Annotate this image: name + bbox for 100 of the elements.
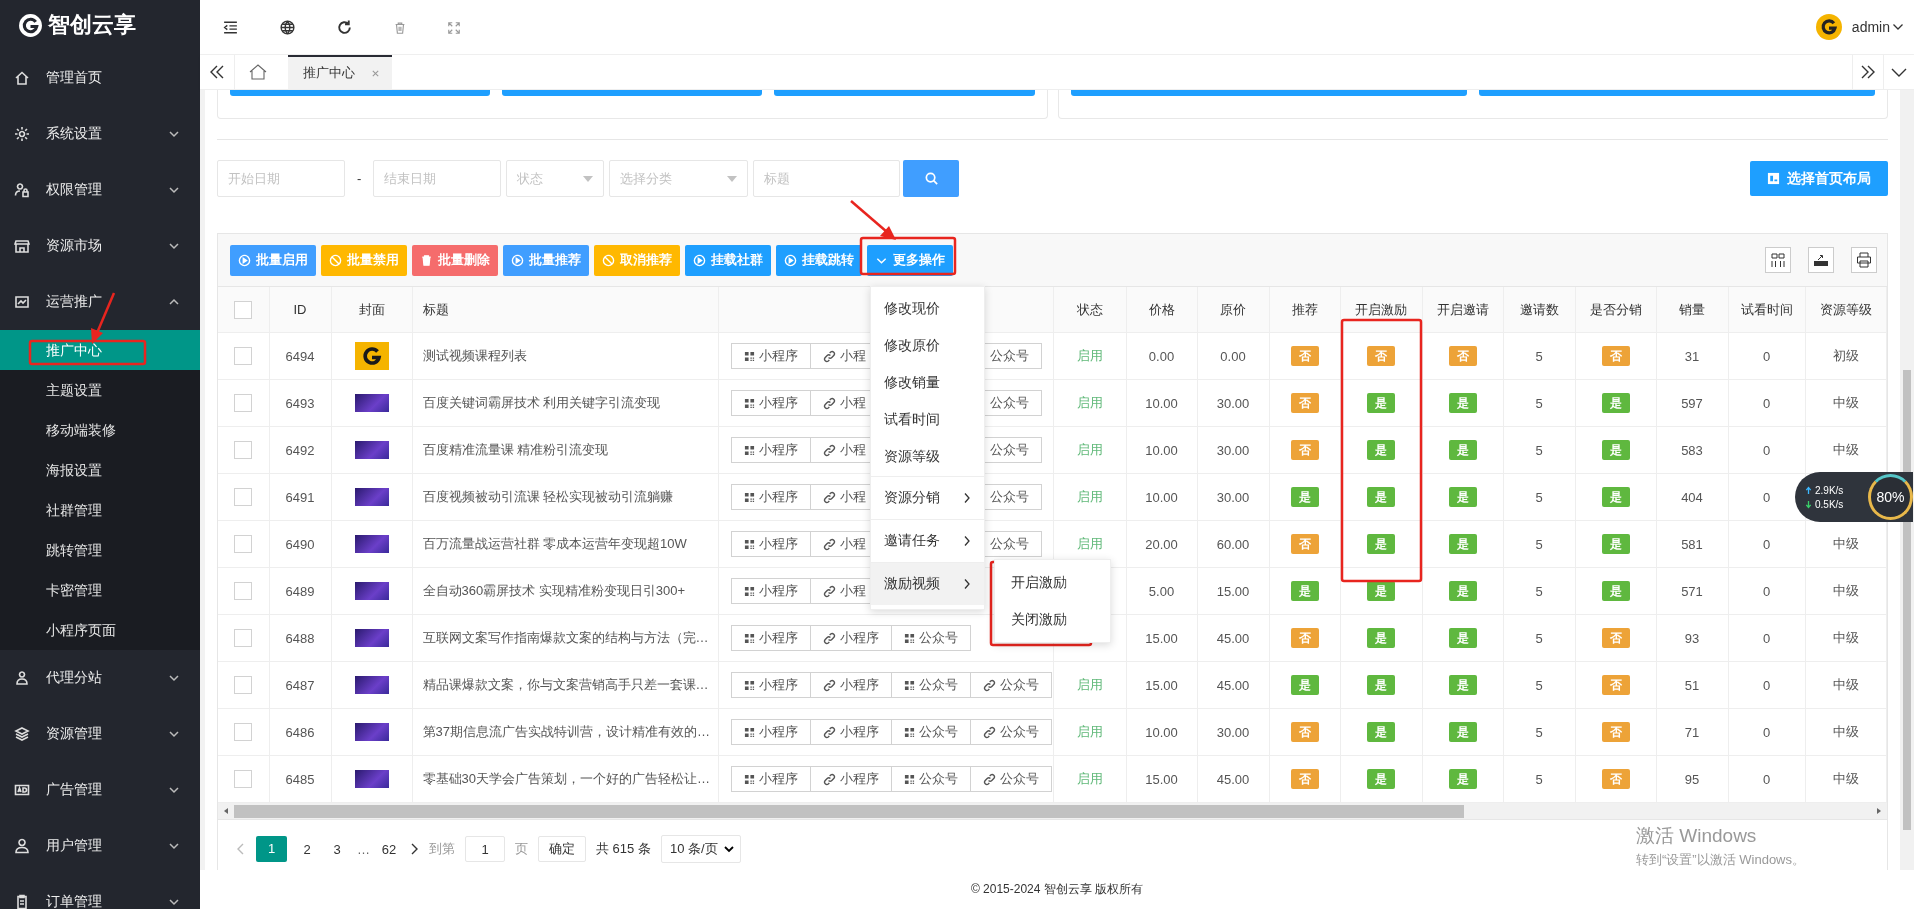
clipboard-icon	[14, 894, 30, 909]
link-button[interactable]: 公众号	[890, 719, 971, 745]
link-button[interactable]: 小程序	[809, 719, 892, 745]
row-checkbox[interactable]	[234, 488, 253, 506]
row-checkbox[interactable]	[234, 770, 253, 788]
sidebar-subitem[interactable]: 社群管理	[0, 490, 200, 530]
link-button[interactable]: 小程序	[730, 625, 811, 651]
sidebar-subitem[interactable]: 主题设置	[0, 370, 200, 410]
link-button[interactable]: 小程序	[730, 719, 811, 745]
row-checkbox[interactable]	[234, 629, 253, 647]
sidebar-subitem[interactable]: 海报设置	[0, 450, 200, 490]
sidebar-subitem[interactable]: 移动端装修	[0, 410, 200, 450]
page-button[interactable]: 1	[256, 836, 287, 862]
column-header: 价格	[1148, 301, 1175, 317]
row-checkbox[interactable]	[234, 535, 253, 553]
row-checkbox[interactable]	[234, 676, 253, 694]
export-icon[interactable]	[1808, 247, 1834, 273]
previous-page-icon[interactable]	[236, 842, 246, 856]
page-size-select[interactable]: 10 条/页	[660, 835, 741, 863]
activation-title: 激活 Windows	[1636, 824, 1758, 848]
row-checkbox[interactable]	[234, 582, 253, 600]
link-button[interactable]: 公众号	[890, 672, 971, 698]
sidebar-subitem[interactable]: 小程序页面	[0, 610, 200, 650]
page-unit: 页	[515, 840, 528, 858]
print-icon[interactable]	[1851, 247, 1877, 273]
globe-icon[interactable]	[279, 18, 296, 36]
link-button[interactable]: 小程序	[730, 672, 811, 698]
sidebar-item[interactable]: 运营推广	[0, 274, 200, 330]
page-button[interactable]: 3	[327, 841, 347, 857]
sales-cell: 597	[1681, 395, 1703, 411]
trial-time-cell: 0	[1762, 489, 1771, 505]
horizontal-scrollbar[interactable]	[218, 803, 1887, 819]
page-button[interactable]: 62	[379, 841, 399, 857]
row-checkbox[interactable]	[234, 394, 253, 412]
trash-icon[interactable]	[393, 20, 407, 35]
end-date-field[interactable]: 结束日期	[373, 160, 502, 197]
sidebar-subitem[interactable]: 推广中心	[0, 330, 200, 370]
link-button[interactable]: 公众号	[969, 719, 1052, 745]
fullscreen-icon[interactable]	[447, 20, 461, 35]
row-checkbox[interactable]	[234, 347, 253, 365]
confirm-button[interactable]: 确定	[538, 836, 586, 862]
link-button[interactable]: 公众号	[969, 672, 1052, 698]
link-button[interactable]: 小程序	[730, 766, 811, 792]
link-button[interactable]: 小程序	[730, 390, 811, 416]
link-button[interactable]: 小程序	[809, 766, 892, 792]
link-button[interactable]: 小程序	[730, 531, 811, 557]
original-price-cell: 15.00	[1216, 583, 1250, 599]
menu-item[interactable]: 邀请任务	[871, 518, 984, 562]
start-date-field[interactable]: 开始日期	[217, 160, 345, 197]
select-all-checkbox[interactable]	[234, 300, 253, 319]
search-button[interactable]	[903, 160, 960, 197]
invite-count-cell: 5	[1535, 348, 1543, 364]
sales-cell: 71	[1684, 724, 1700, 740]
price-cell: 20.00	[1145, 536, 1178, 552]
sidebar-item[interactable]: 订单管理	[0, 874, 200, 909]
page-number-field[interactable]: 1	[465, 836, 505, 862]
page-button[interactable]: 2	[297, 841, 317, 857]
download-rate: 0.5K/s	[1815, 498, 1844, 510]
user-icon	[14, 838, 30, 854]
row-checkbox[interactable]	[234, 441, 253, 459]
close-icon[interactable]	[371, 68, 380, 78]
title-search-field[interactable]: 标题	[753, 160, 901, 197]
id-cell: 6491	[285, 489, 315, 505]
sidebar-subitem[interactable]: 跳转管理	[0, 530, 200, 570]
page-tab[interactable]: 推广中心	[288, 55, 392, 89]
refresh-icon[interactable]	[336, 18, 353, 36]
next-page-icon[interactable]	[409, 842, 419, 856]
submenu-item[interactable]: 开启激励	[995, 563, 1110, 601]
sidebar-item[interactable]: 代理分站	[0, 650, 200, 706]
link-button[interactable]: 小程序	[809, 672, 892, 698]
sidebar-item[interactable]: 系统设置	[0, 106, 200, 162]
sidebar-item[interactable]: 广告管理	[0, 762, 200, 818]
menu-item[interactable]: 资源分销	[871, 475, 984, 519]
sidebar-item[interactable]: 权限管理	[0, 162, 200, 218]
cover-image-placeholder	[354, 770, 389, 788]
price-cell: 5.00	[1148, 583, 1175, 599]
sidebar-subitem[interactable]: 卡密管理	[0, 570, 200, 610]
trial-time-cell: 0	[1762, 583, 1771, 599]
sidebar-item[interactable]: 资源市场	[0, 218, 200, 274]
link-button[interactable]: 公众号	[969, 766, 1052, 792]
link-button[interactable]: 小程序	[809, 625, 892, 651]
grade-cell: 中级	[1832, 536, 1859, 551]
link-button[interactable]: 小程序	[730, 578, 811, 604]
status-text: 启用	[1076, 771, 1103, 786]
sidebar-item[interactable]: 资源管理	[0, 706, 200, 762]
submenu-item[interactable]: 关闭激励	[995, 600, 1110, 638]
sidebar-item[interactable]: 用户管理	[0, 818, 200, 874]
link-button[interactable]: 小程序	[730, 437, 811, 463]
link-button[interactable]: 公众号	[890, 766, 971, 792]
link-button[interactable]: 小程序	[730, 484, 811, 510]
trial-time-cell: 0	[1762, 348, 1771, 364]
link-button[interactable]: 公众号	[890, 625, 971, 651]
sidebar-item[interactable]: 管理首页	[0, 50, 200, 106]
column-header: 状态	[1076, 301, 1103, 317]
menu-fold-icon[interactable]	[222, 18, 239, 36]
user-menu[interactable]: admin	[1851, 19, 1904, 35]
scroll-left-icon[interactable]	[222, 807, 230, 815]
row-checkbox[interactable]	[234, 723, 253, 741]
link-button[interactable]: 小程序	[730, 343, 811, 369]
columns-icon[interactable]	[1765, 247, 1791, 273]
